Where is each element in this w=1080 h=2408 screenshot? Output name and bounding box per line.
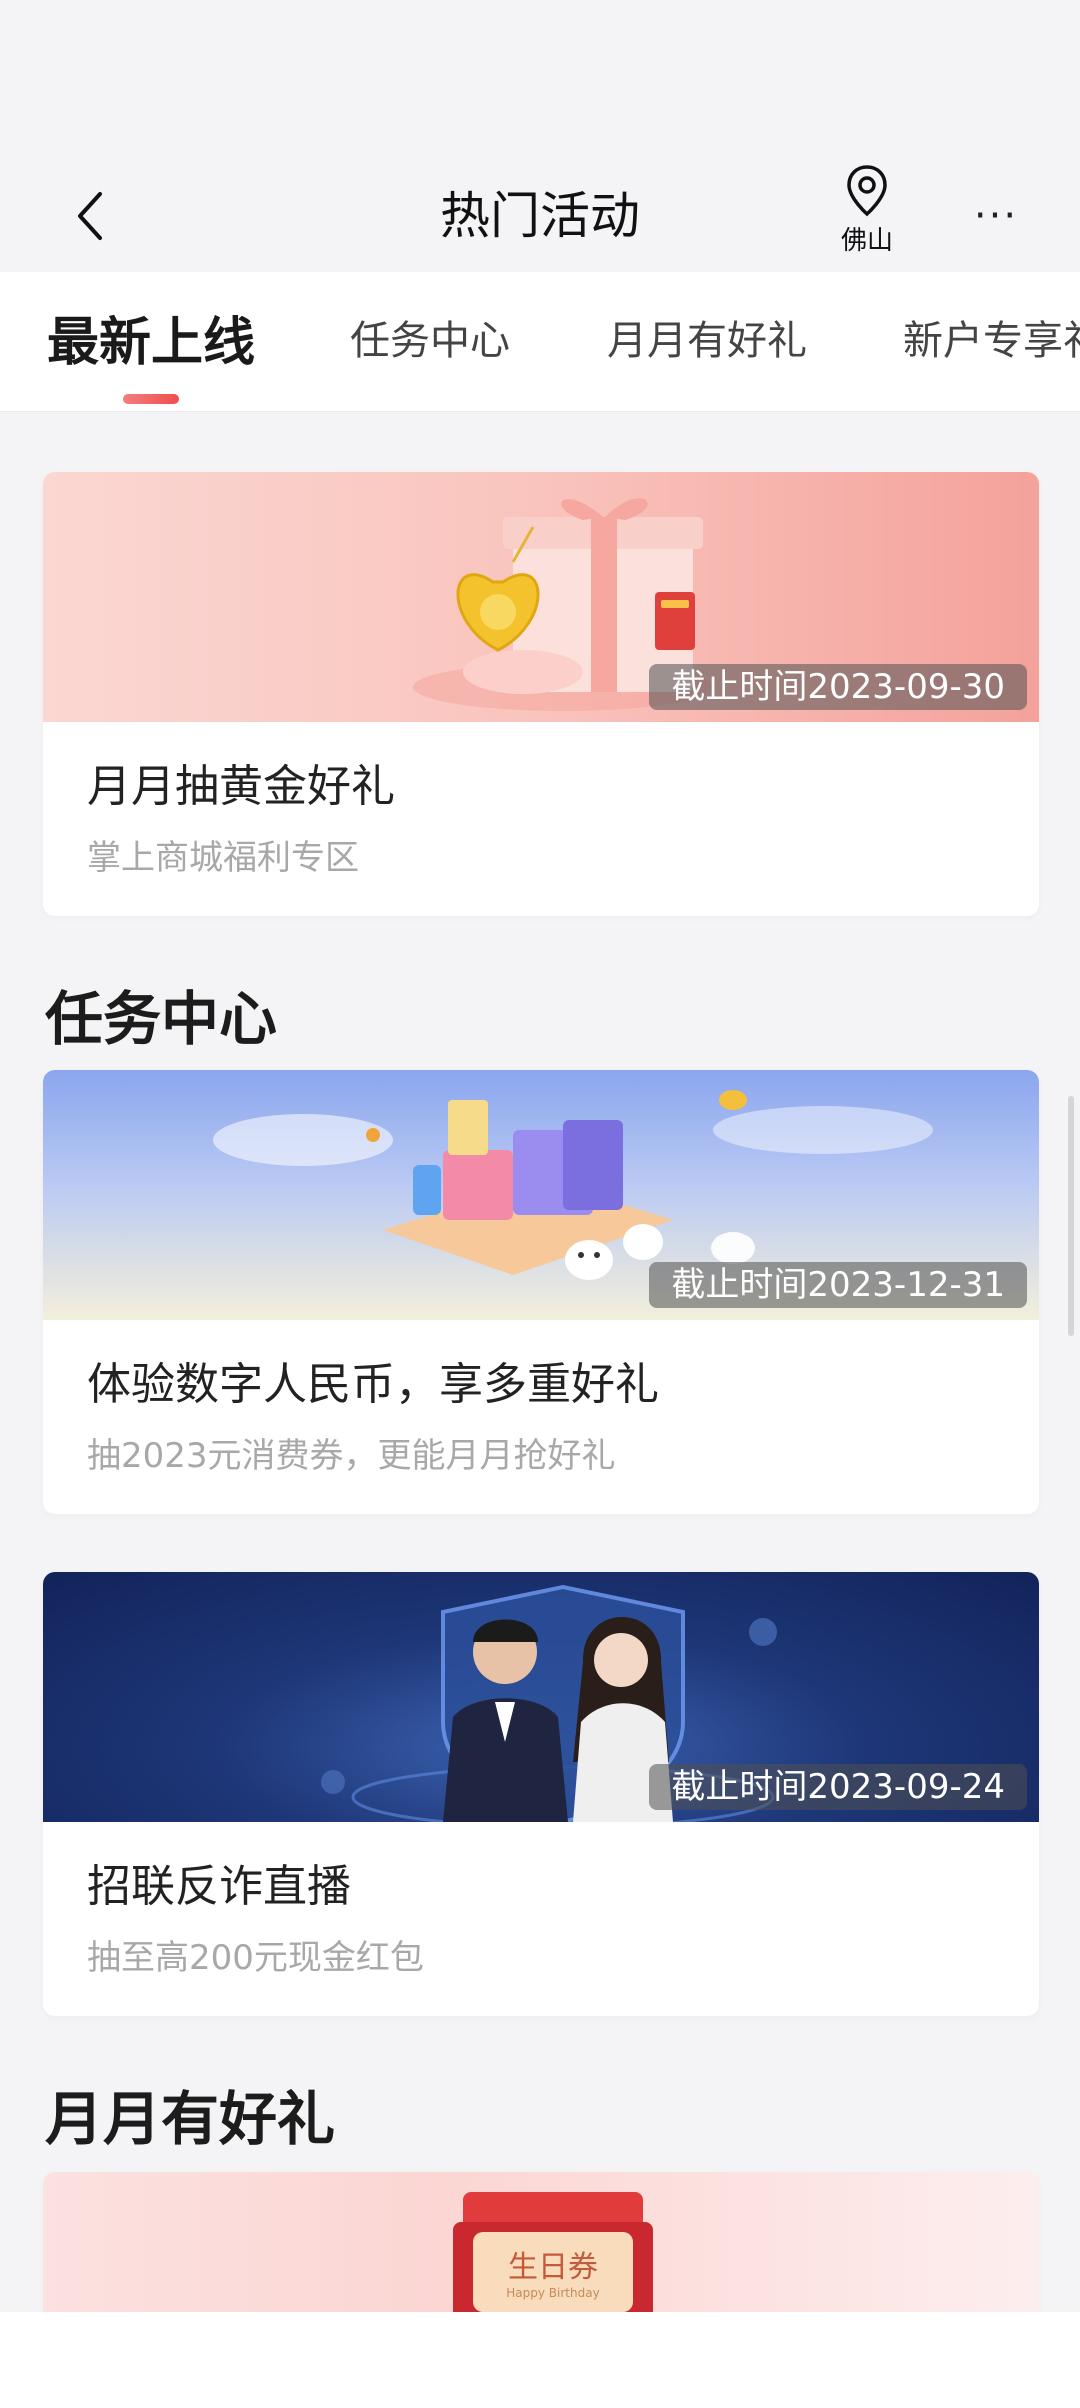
more-button[interactable]: ··· (958, 182, 1034, 250)
birthday-coupon-badge: 生日券 (508, 2250, 598, 2285)
birthday-coupon-subtext: Happy Birthday (506, 2286, 600, 2300)
more-icon: ··· (973, 193, 1019, 239)
tab-task-center[interactable]: 任务中心 (350, 308, 510, 366)
card-subtitle: 掌上商城福利专区 (87, 838, 359, 878)
navigation-bar: 热门活动 佛山 ··· (0, 160, 1080, 272)
category-tabs: 最新上线 任务中心 月月有好礼 新户专享礼 (0, 272, 1080, 412)
status-bar (0, 0, 1080, 160)
activity-card-gold-gift[interactable]: 截止时间2023-09-30 月月抽黄金好礼 掌上商城福利专区 (43, 472, 1039, 916)
deadline-badge: 截止时间2023-12-31 (649, 1262, 1027, 1308)
card-title: 月月抽黄金好礼 (87, 761, 395, 812)
tab-monthly-gifts[interactable]: 月月有好礼 (607, 308, 807, 366)
activity-card-birthday-coupon[interactable]: 生日券 Happy Birthday (43, 2172, 1039, 2312)
location-pin-icon (847, 165, 887, 217)
section-title-monthly-gifts: 月月有好礼 (45, 2085, 336, 2153)
card-banner-gold-gift: 截止时间2023-09-30 (43, 472, 1039, 722)
scrollbar[interactable] (1068, 1096, 1074, 1336)
location-label: 佛山 (840, 226, 893, 256)
card-banner-anti-fraud-live: 截止时间2023-09-24 (43, 1572, 1039, 1822)
activity-card-anti-fraud-live[interactable]: 截止时间2023-09-24 招联反诈直播 抽至高200元现金红包 (43, 1572, 1039, 2016)
deadline-badge: 截止时间2023-09-30 (649, 664, 1027, 710)
card-title: 招联反诈直播 (87, 1861, 351, 1912)
deadline-badge: 截止时间2023-09-24 (649, 1764, 1027, 1810)
card-subtitle: 抽2023元消费券，更能月月抢好礼 (87, 1436, 616, 1476)
card-subtitle: 抽至高200元现金红包 (87, 1938, 424, 1978)
card-banner-birthday-coupon: 生日券 Happy Birthday (43, 2172, 1039, 2312)
tab-latest[interactable]: 最新上线 (47, 300, 255, 375)
activity-list: 截止时间2023-09-30 月月抽黄金好礼 掌上商城福利专区 任务中心 截止时… (0, 412, 1080, 2312)
card-banner-digital-rmb: 截止时间2023-12-31 (43, 1070, 1039, 1320)
activity-card-digital-rmb[interactable]: 截止时间2023-12-31 体验数字人民币，享多重好礼 抽2023元消费券，更… (43, 1070, 1039, 1514)
bottom-safe-area (0, 2312, 1080, 2408)
tab-new-user-gifts[interactable]: 新户专享礼 (903, 308, 1080, 366)
page-title: 热门活动 (440, 187, 640, 245)
active-tab-indicator (123, 394, 179, 404)
card-title: 体验数字人民币，享多重好礼 (87, 1359, 659, 1410)
location-button[interactable]: 佛山 (830, 164, 904, 264)
section-title-task-center: 任务中心 (45, 985, 278, 1053)
